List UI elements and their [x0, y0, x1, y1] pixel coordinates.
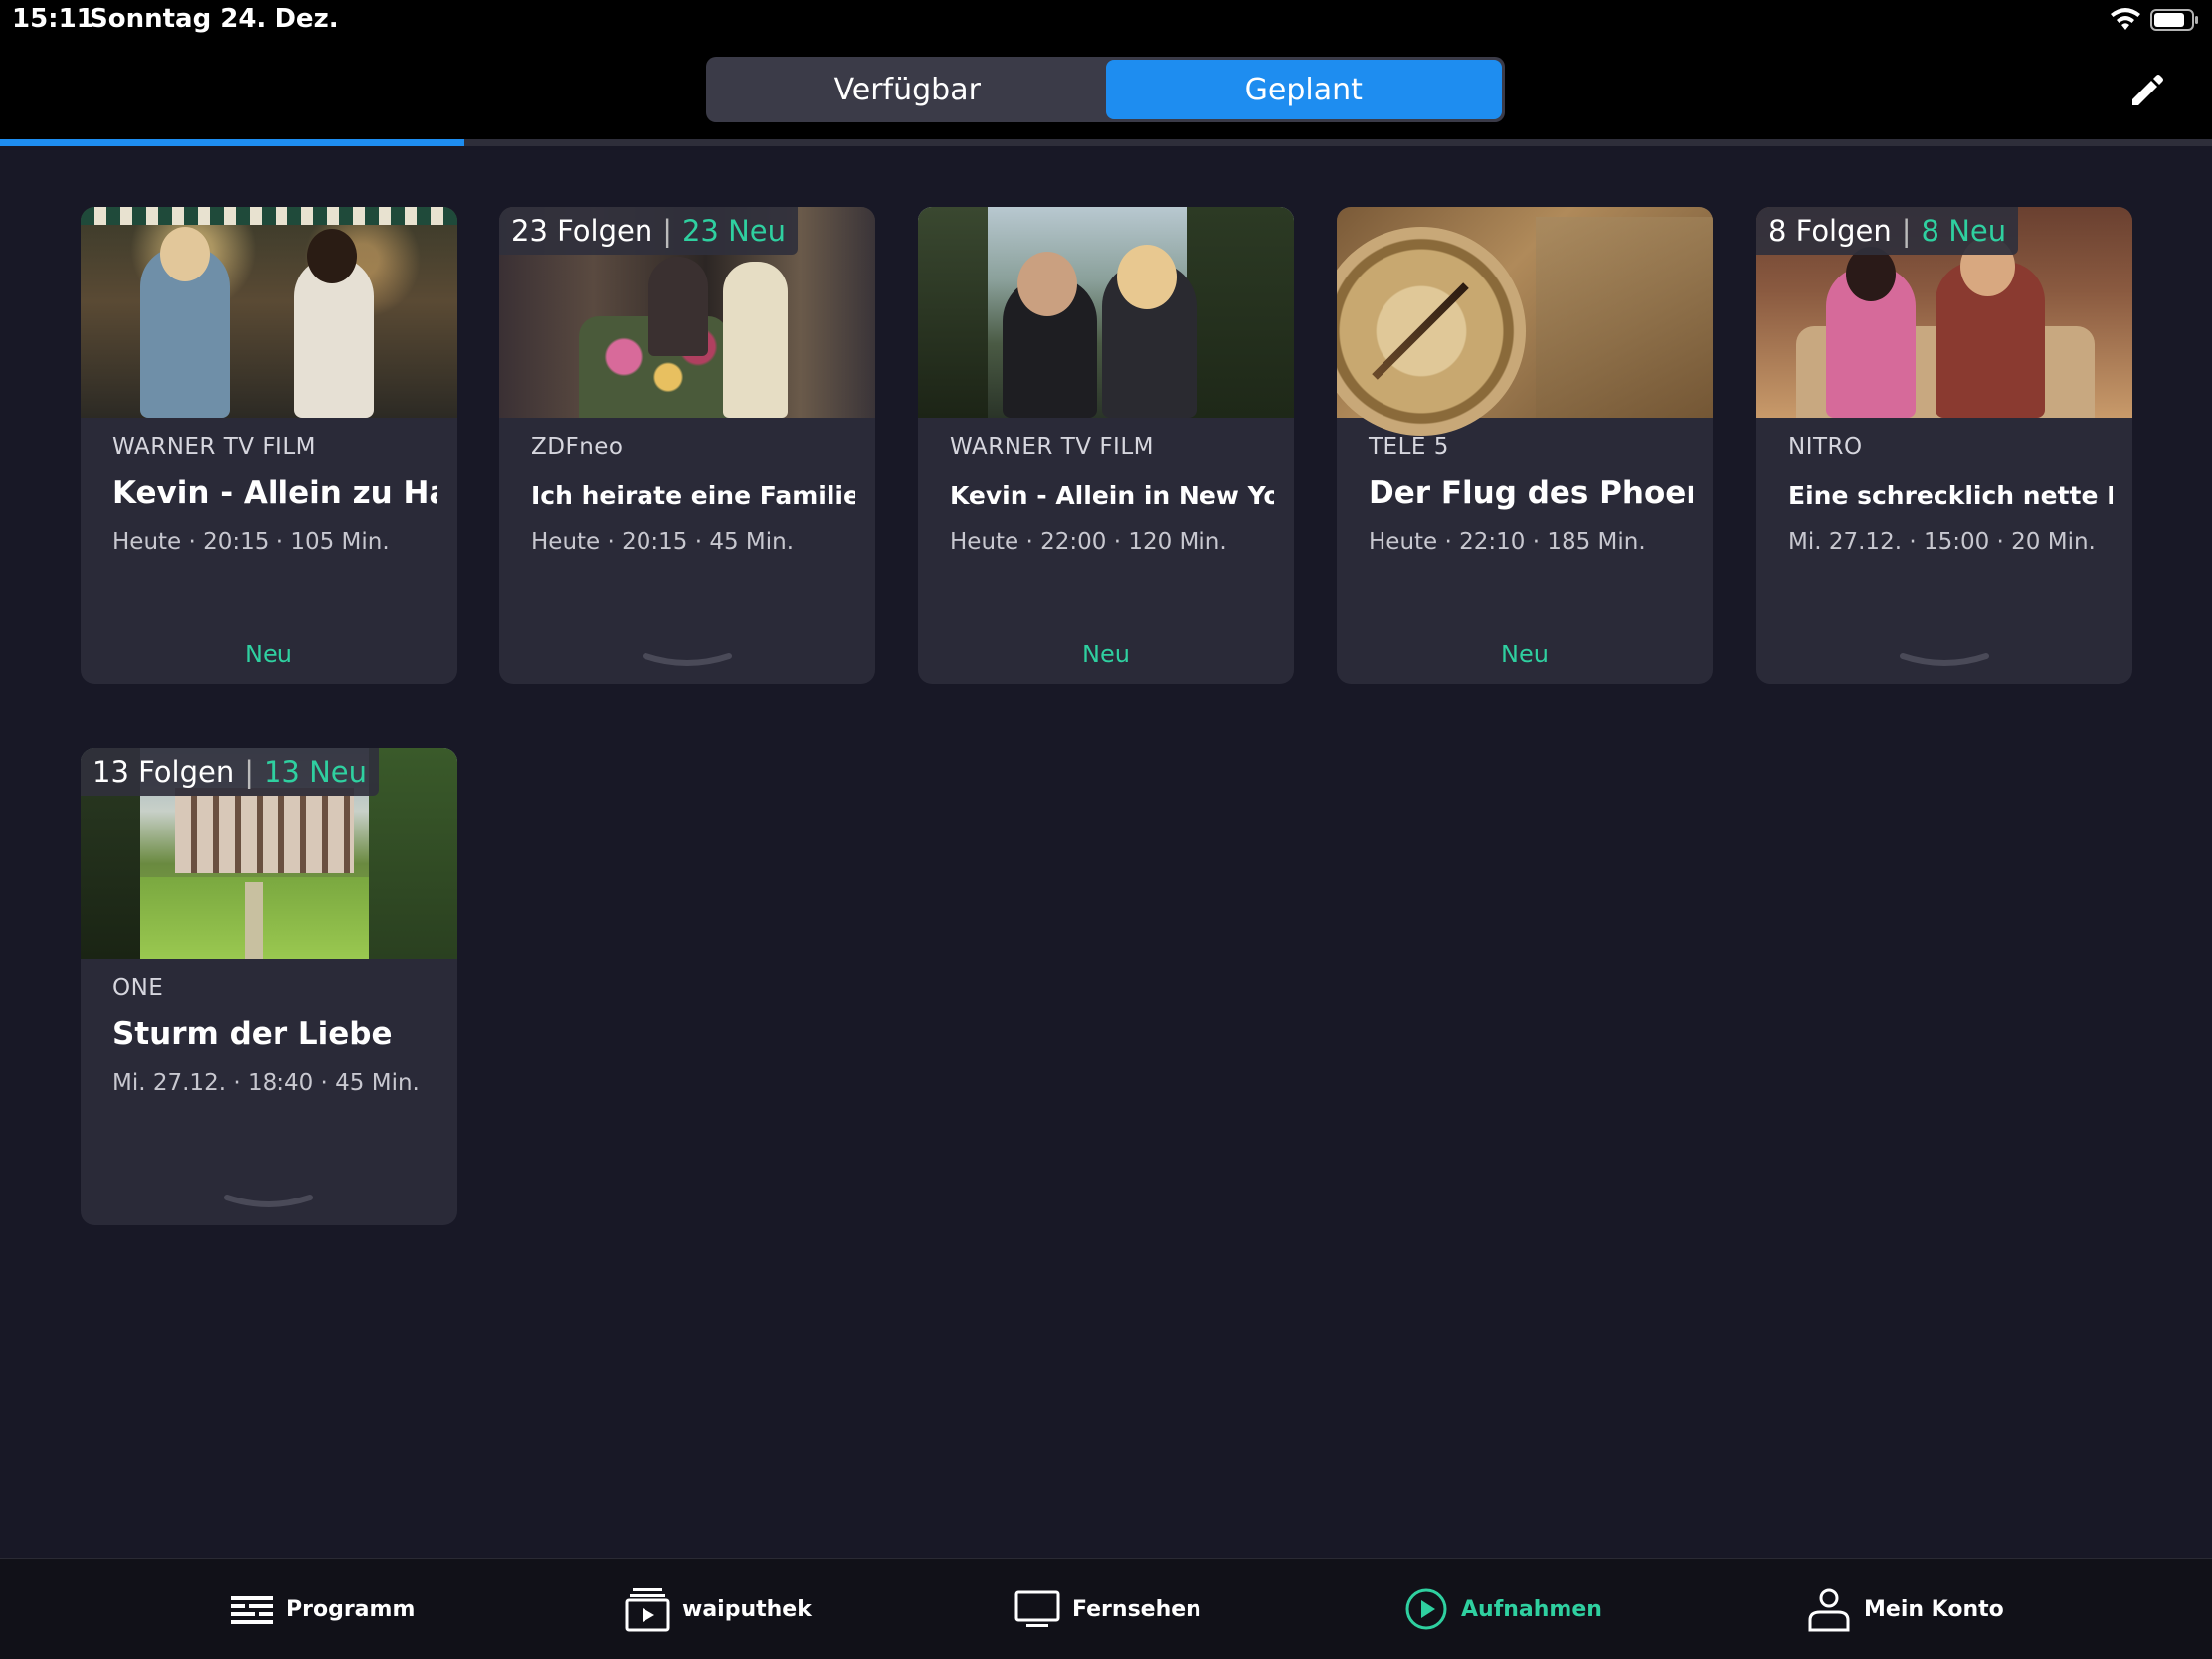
- chevron-down-icon[interactable]: [223, 1192, 314, 1213]
- status-time: 15:11: [12, 4, 94, 34]
- recording-thumbnail: [1337, 207, 1713, 436]
- recording-title: Kevin - Allein in New York: [950, 481, 1274, 510]
- recording-card[interactable]: WARNER TV FILM Kevin - Allein zu Haus He…: [81, 207, 457, 684]
- episode-count: 8 Folgen: [1768, 214, 1892, 248]
- battery-icon: [2150, 9, 2198, 31]
- channel-name: WARNER TV FILM: [112, 434, 316, 460]
- tab-label: Fernsehen: [1072, 1596, 1201, 1622]
- recordings-segmented-control: Verfügbar Geplant: [706, 57, 1505, 122]
- tab-geplant[interactable]: Geplant: [1105, 60, 1502, 119]
- channel-name: WARNER TV FILM: [950, 434, 1154, 460]
- tab-programm[interactable]: Programm: [229, 1559, 415, 1659]
- scroll-progress-fill: [0, 139, 465, 146]
- new-badge: Neu: [1501, 641, 1549, 668]
- episode-separator: |: [1901, 214, 1912, 248]
- scroll-progress-track: [0, 139, 2212, 146]
- tab-label: Programm: [286, 1596, 416, 1622]
- episode-count: 13 Folgen: [92, 755, 235, 789]
- chevron-down-icon[interactable]: [642, 650, 733, 672]
- media-library-icon: [625, 1588, 670, 1632]
- tab-label: Aufnahmen: [1461, 1596, 1602, 1622]
- recording-meta: Heute · 22:00 · 120 Min.: [950, 529, 1227, 555]
- channel-name: NITRO: [1788, 434, 1863, 460]
- chevron-down-icon[interactable]: [1899, 650, 1990, 672]
- status-date: Sonntag 24. Dez.: [90, 4, 339, 34]
- program-guide-icon: [231, 1596, 273, 1624]
- user-icon: [1808, 1588, 1850, 1632]
- recording-title: Kevin - Allein zu Haus: [112, 475, 437, 511]
- episode-count: 23 Folgen: [511, 214, 653, 248]
- channel-name: TELE 5: [1369, 434, 1449, 460]
- status-bar: 15:11 Sonntag 24. Dez.: [0, 0, 2212, 40]
- recording-card[interactable]: WARNER TV FILM Kevin - Allein in New Yor…: [918, 207, 1294, 684]
- new-episode-count: 23 Neu: [681, 214, 787, 248]
- episode-separator: |: [662, 214, 672, 248]
- recording-card[interactable]: 13 Folgen | 13 Neu ONE Sturm der Liebe M…: [81, 748, 457, 1225]
- wifi-icon: [2111, 8, 2140, 30]
- recording-title: Ich heirate eine Familie ....: [531, 481, 855, 510]
- play-circle-icon: [1405, 1588, 1447, 1630]
- new-badge: Neu: [245, 641, 292, 668]
- tab-waiputhek[interactable]: waiputhek: [625, 1559, 812, 1659]
- recording-meta: Mi. 27.12. · 18:40 · 45 Min.: [112, 1070, 420, 1096]
- tab-label: Mein Konto: [1864, 1596, 2004, 1622]
- recording-meta: Heute · 20:15 · 105 Min.: [112, 529, 390, 555]
- tab-fernsehen[interactable]: Fernsehen: [1014, 1559, 1201, 1659]
- channel-name: ZDFneo: [531, 434, 624, 460]
- recording-card[interactable]: TELE 5 Der Flug des Phoenix Heute · 22:1…: [1337, 207, 1713, 684]
- tab-aufnahmen[interactable]: Aufnahmen: [1403, 1559, 1602, 1659]
- recording-title: Eine schrecklich nette F...: [1788, 481, 2113, 510]
- episode-count-badge: 8 Folgen | 8 Neu: [1756, 207, 2019, 255]
- pencil-icon[interactable]: [2126, 70, 2168, 111]
- recording-meta: Heute · 20:15 · 45 Min.: [531, 529, 795, 555]
- tab-label: waiputhek: [682, 1596, 812, 1622]
- top-header: Verfügbar Geplant: [0, 40, 2212, 139]
- episode-count-badge: 13 Folgen | 13 Neu: [81, 748, 380, 796]
- episode-separator: |: [244, 755, 254, 789]
- recording-card[interactable]: 8 Folgen | 8 Neu NITRO Eine schrecklich …: [1756, 207, 2132, 684]
- recording-title: Sturm der Liebe: [112, 1016, 393, 1052]
- episode-count-badge: 23 Folgen | 23 Neu: [499, 207, 799, 255]
- channel-name: ONE: [112, 975, 164, 1001]
- recording-title: Der Flug des Phoenix: [1369, 475, 1693, 511]
- new-badge: Neu: [1082, 641, 1130, 668]
- recording-meta: Mi. 27.12. · 15:00 · 20 Min.: [1788, 529, 2096, 555]
- recording-thumbnail: [918, 207, 1294, 418]
- tab-mein-konto[interactable]: Mein Konto: [1806, 1559, 2004, 1659]
- tab-verfuegbar[interactable]: Verfügbar: [709, 60, 1106, 119]
- recording-meta: Heute · 22:10 · 185 Min.: [1369, 529, 1646, 555]
- tv-icon: [1014, 1590, 1060, 1627]
- new-episode-count: 13 Neu: [263, 755, 368, 789]
- recording-thumbnail: [81, 207, 457, 418]
- bottom-tab-bar: Programm waiputhek Fernsehen Aufnahmen M…: [0, 1558, 2212, 1659]
- recording-card[interactable]: 23 Folgen | 23 Neu ZDFneo Ich heirate ei…: [499, 207, 875, 684]
- new-episode-count: 8 Neu: [1921, 214, 2007, 248]
